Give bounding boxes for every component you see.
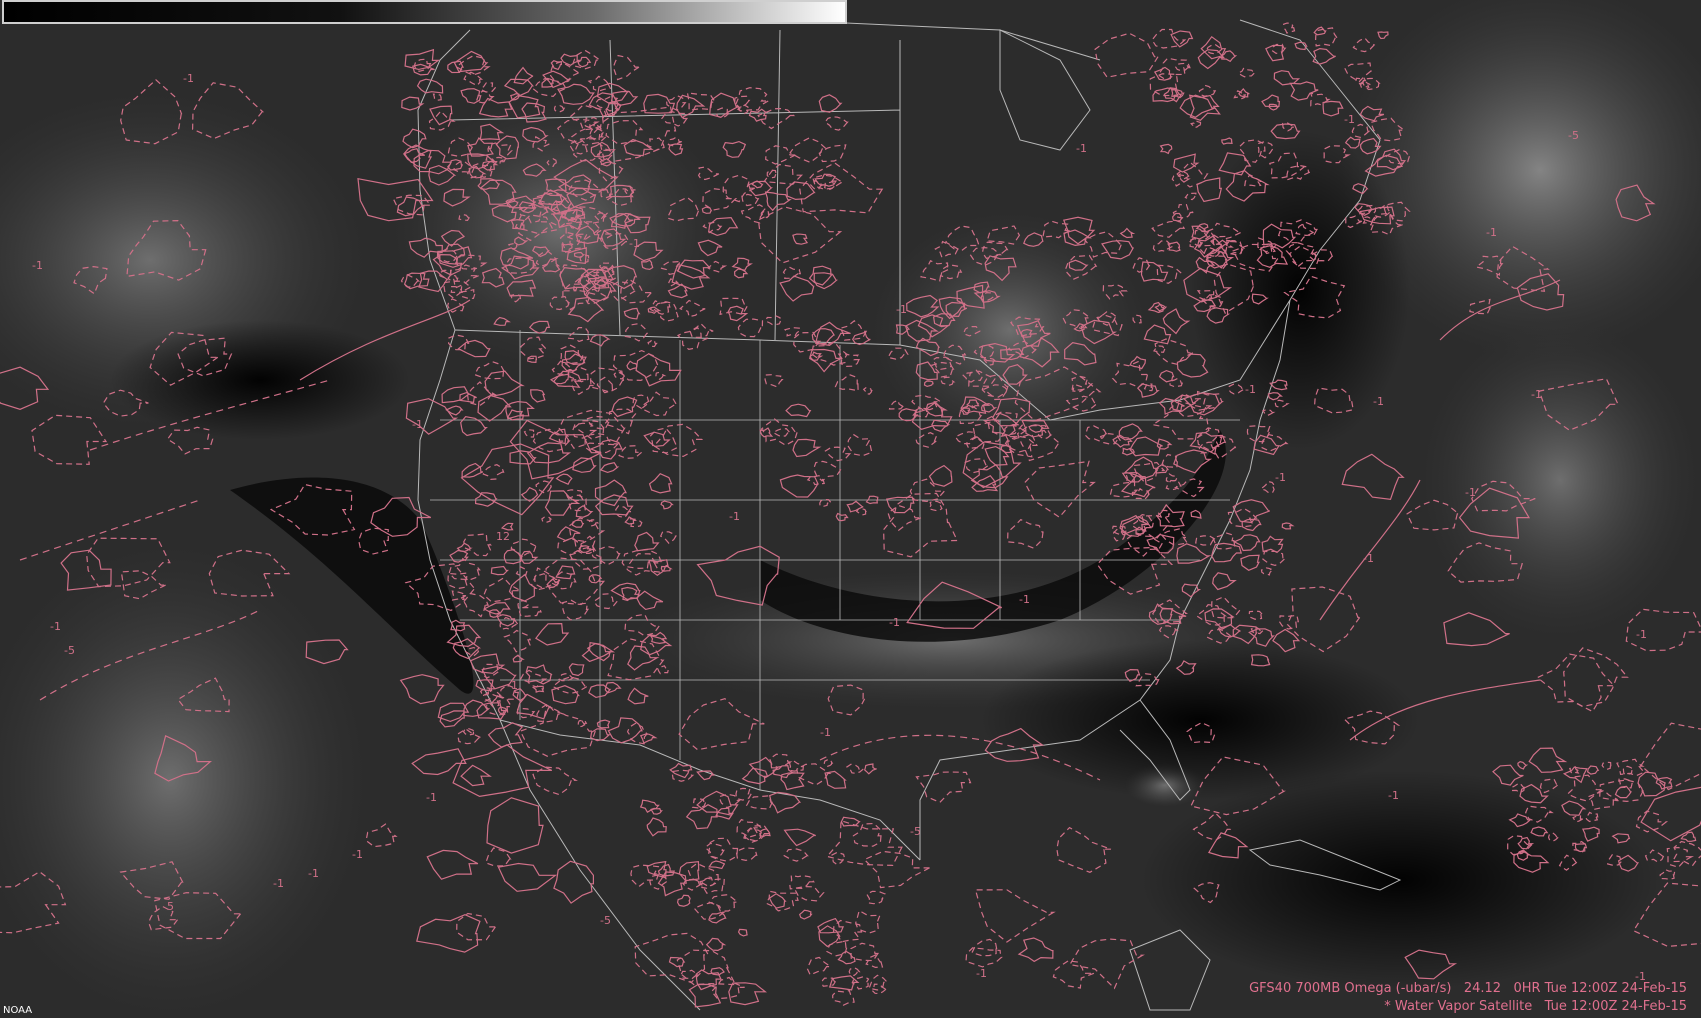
contour-label: -5 bbox=[910, 825, 921, 838]
moisture-atlantic-e bbox=[1420, 320, 1700, 640]
contour-label: -1 bbox=[976, 967, 987, 980]
contour-label: -1 bbox=[352, 848, 363, 861]
contour-label: -1 bbox=[1275, 471, 1286, 484]
contour-label: -1 bbox=[820, 726, 831, 739]
contour-label: -1 bbox=[1636, 628, 1647, 641]
contour-label: -1 bbox=[1465, 486, 1476, 499]
contour-label: -1 bbox=[629, 237, 640, 250]
contour-label: -1 bbox=[273, 877, 284, 890]
moisture-ontario bbox=[870, 210, 1150, 450]
legend-water-vapor: * Water Vapor Satellite Tue 12:00Z 24-Fe… bbox=[1384, 999, 1687, 1014]
contour-label: -5 bbox=[1568, 129, 1579, 142]
contour-label: -1 bbox=[896, 303, 907, 316]
contour-label: -1 bbox=[50, 620, 61, 633]
contour-label: -1 bbox=[1531, 388, 1542, 401]
contour-label: -5 bbox=[600, 914, 611, 927]
credit-label: NOAA bbox=[3, 1005, 33, 1016]
dry-area-pacific-north bbox=[110, 320, 410, 440]
contour-label: -1 bbox=[1344, 113, 1355, 126]
contour-label: -1 bbox=[1373, 395, 1384, 408]
contour-label: -1 bbox=[507, 679, 518, 692]
contour-label: -1 bbox=[1245, 383, 1256, 396]
contour-label: -1 bbox=[729, 510, 740, 523]
contour-label: 12 bbox=[496, 530, 510, 543]
legend-omega-product: GFS40 700MB Omega (-ubar/s) 24.12 0HR Tu… bbox=[1249, 981, 1687, 996]
contour-label: -1 bbox=[308, 867, 319, 880]
contour-label: -5 bbox=[64, 644, 75, 657]
contour-label: -1 bbox=[32, 259, 43, 272]
contour-label: -1 bbox=[183, 72, 194, 85]
contour-label: -1 bbox=[889, 616, 900, 629]
contour-label: 5 bbox=[167, 900, 174, 913]
contour-label: -1 bbox=[412, 418, 423, 431]
contour-label: -1 bbox=[1486, 226, 1497, 239]
contour-label: -1 bbox=[1019, 593, 1030, 606]
moisture-canada-west bbox=[390, 90, 730, 370]
water-vapor-map: -1-1-1-1-5-1-1-1-5-1-1-15-1-1-1-5-1-1-1-… bbox=[0, 0, 1701, 1018]
contour-label: -1 bbox=[1363, 552, 1374, 565]
colorbar bbox=[2, 0, 847, 24]
contour-label: -1 bbox=[1388, 789, 1399, 802]
contour-label: -1 bbox=[426, 791, 437, 804]
contour-label: -1 bbox=[1076, 142, 1087, 155]
